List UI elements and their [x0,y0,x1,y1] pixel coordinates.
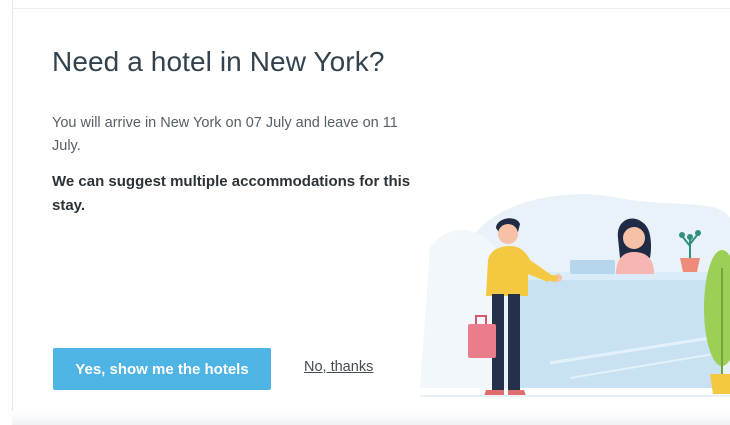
laptop [570,260,615,274]
show-hotels-button[interactable]: Yes, show me the hotels [53,348,271,390]
bottom-shadow [12,411,730,425]
man-right-leg [508,294,520,390]
no-thanks-link[interactable]: No, thanks [304,359,373,375]
large-plant-pot [710,374,730,394]
suitcase [468,324,496,358]
screen: Need a hotel in New York? You will arriv… [0,0,730,425]
trip-dates-description: You will arrive in New York on 07 July a… [52,115,398,154]
backdrop-blob-light [420,229,500,388]
hotel-suggestion-dialog: Need a hotel in New York? You will arriv… [12,8,730,411]
small-plant-bud [695,230,701,236]
man-face [498,224,518,244]
small-plant-bud [679,232,685,238]
hotel-reception-illustration [420,194,730,397]
small-plant-bud [687,234,693,240]
receptionist-face [623,227,645,249]
small-plant-pot [680,258,700,272]
reception-desk [512,276,722,388]
accommodation-suggestion-text: We can suggest multiple accommodations f… [52,173,411,214]
dialog-title: Need a hotel in New York? [52,46,385,77]
